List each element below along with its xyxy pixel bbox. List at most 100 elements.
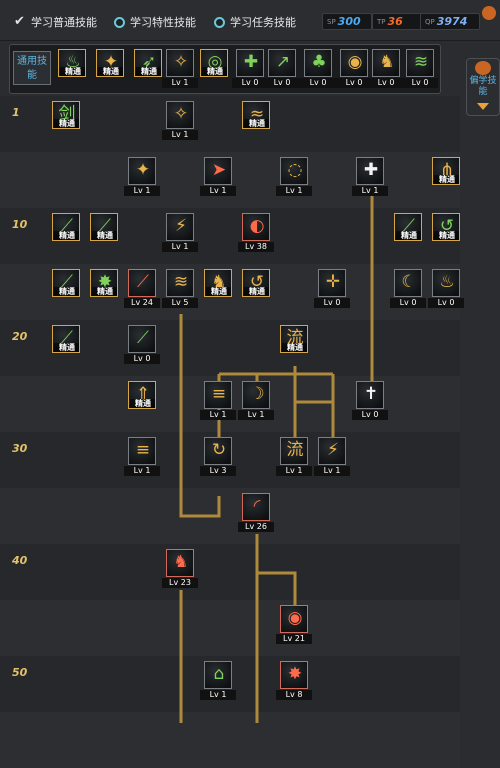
triple-blade-skill[interactable]: ⋔ 精通 [432, 157, 460, 195]
fan-blade-skill[interactable]: ✦ Lv 1 [124, 157, 160, 196]
storm-skill[interactable]: ≡ Lv 1 [200, 381, 236, 420]
wave-skill[interactable]: ≋ Lv 5 [162, 269, 198, 308]
tab-normal-skills[interactable]: ✔ 学习普通技能 [14, 14, 97, 30]
shield-skill[interactable]: ✚ Lv 1 [352, 157, 388, 196]
green-blade-skill[interactable]: ⟋ Lv 0 [124, 325, 160, 364]
green-sword-icon: ⟋ 精通 [52, 213, 80, 241]
hook-skill[interactable]: ↺ 精通 [432, 213, 460, 251]
flow-burst-skill[interactable]: 流 Lv 1 [276, 437, 312, 476]
mastery-badge: 精通 [434, 175, 459, 184]
flame-burst-icon: ⚡ [166, 213, 194, 241]
cross-sword-skill[interactable]: ✛ Lv 0 [314, 269, 350, 308]
tab-quest-skills[interactable]: 学习任务技能 [214, 14, 296, 30]
flame-skill[interactable]: ♨ Lv 0 [428, 269, 464, 308]
tab-trait-skills-label: 学习特性技能 [130, 16, 196, 29]
stance-skill[interactable]: ♨ 精通 [58, 49, 86, 87]
tree-row [0, 488, 460, 544]
flame-icon: ♨ [432, 269, 460, 297]
skill-level: Lv 1 [124, 186, 160, 196]
tab-trait-skills[interactable]: 学习特性技能 [114, 14, 196, 30]
crimson-arc-icon: ◜ [242, 493, 270, 521]
skill-glyph: ✧ [173, 104, 189, 124]
level-label: 10 [12, 218, 28, 231]
wind-skill[interactable]: ≋ Lv 0 [402, 49, 438, 88]
skill-glyph: ≋ [173, 272, 189, 292]
leap-skill[interactable]: ↗ Lv 0 [264, 49, 300, 88]
feather-skill[interactable]: ✧ Lv 1 [162, 101, 198, 140]
tower-skill[interactable]: ⌂ Lv 1 [200, 661, 236, 700]
flow-moon-skill[interactable]: ☽ Lv 1 [238, 381, 274, 420]
skill-level: Lv 23 [162, 578, 198, 588]
skill-glyph: ✚ [363, 160, 379, 180]
star-burst-skill[interactable]: ✸ 精通 [90, 269, 118, 307]
tp-counter: TP 36 [372, 13, 422, 30]
skill-glyph: ≡ [135, 440, 151, 460]
green-spike-skill[interactable]: ⟋ 精通 [52, 269, 80, 307]
lightning-slash-skill[interactable]: ⚡ Lv 1 [314, 437, 350, 476]
spirit-skill[interactable]: ♣ Lv 0 [300, 49, 336, 88]
skill-glyph: ✧ [173, 52, 189, 72]
swirl-skill[interactable]: ↺ 精通 [242, 269, 270, 307]
flow-skill[interactable]: 流精通 [280, 325, 308, 363]
blade-rain-skill[interactable]: ⟋ 精通 [52, 325, 80, 363]
skill-glyph: ✸ [287, 664, 303, 684]
strength-skill[interactable]: ♞ Lv 0 [368, 49, 404, 88]
mastery-badge: 精通 [54, 343, 79, 352]
green-dash-icon: ⟋ 精通 [90, 213, 118, 241]
runner-skill[interactable]: ♞ 精通 [204, 269, 232, 307]
slash-mastery-icon: 剑精通 [52, 101, 80, 129]
wave-icon: ≋ [166, 269, 194, 297]
eye-skill[interactable]: ◉ Lv 0 [336, 49, 372, 88]
crimson-moon-skill[interactable]: ◉ Lv 21 [276, 605, 312, 644]
side-skill-label: 偏学技能 [469, 76, 497, 97]
skill-level: Lv 5 [162, 298, 198, 308]
skill-glyph: ⚡ [327, 440, 339, 460]
crescent-skill[interactable]: ☾ Lv 0 [390, 269, 426, 308]
skill-level: Lv 1 [352, 186, 388, 196]
crimson-arc-skill[interactable]: ◜ Lv 26 [238, 493, 274, 532]
swirl-icon: ↺ 精通 [242, 269, 270, 297]
mastery-badge: 精通 [54, 287, 79, 296]
spiral-skill[interactable]: ↻ Lv 3 [200, 437, 236, 476]
thrust-skill[interactable]: ➤ Lv 1 [200, 157, 236, 196]
fan-blade-icon: ✦ [128, 157, 156, 185]
green-sword-skill[interactable]: ⟋ 精通 [52, 213, 80, 251]
beast-icon: ♞ [166, 549, 194, 577]
crimson-storm-skill[interactable]: ✸ Lv 8 [276, 661, 312, 700]
mastery-badge: 精通 [92, 231, 117, 240]
flame-burst-skill[interactable]: ⚡ Lv 1 [162, 213, 198, 252]
red-slash-skill[interactable]: ⟋ Lv 24 [124, 269, 160, 308]
step-skill[interactable]: ➶ 精通 [134, 49, 162, 87]
claw-skill[interactable]: ≈ 精通 [242, 101, 270, 139]
mastery-badge: 精通 [244, 119, 269, 128]
mastery-badge: 精通 [130, 399, 155, 408]
blade-rain-icon: ⟋ 精通 [52, 325, 80, 353]
skill-level: Lv 8 [276, 690, 312, 700]
target-skill[interactable]: ◎ 精通 [200, 49, 228, 87]
wind-cut-skill[interactable]: ⟋ 精通 [394, 213, 422, 251]
slash-mastery-skill[interactable]: 剑精通 [52, 101, 80, 139]
shield-icon: ✚ [356, 157, 384, 185]
skill-glyph: ☾ [401, 272, 417, 292]
stance-icon: ♨ 精通 [58, 49, 86, 77]
comet-skill[interactable]: ≡ Lv 1 [124, 437, 160, 476]
green-dash-skill[interactable]: ⟋ 精通 [90, 213, 118, 251]
cross-skill[interactable]: ✚ Lv 0 [232, 49, 268, 88]
skill-level: Lv 0 [314, 298, 350, 308]
flow-icon: 流精通 [280, 325, 308, 353]
arrow-up-skill[interactable]: ⇑ 精通 [128, 381, 156, 419]
fire-ring-skill[interactable]: ◐ Lv 38 [238, 213, 274, 252]
rush-skill[interactable]: ✦ 精通 [96, 49, 124, 87]
green-blade-icon: ⟋ [128, 325, 156, 353]
wings-skill[interactable]: ✧ Lv 1 [162, 49, 198, 88]
sword-light-skill[interactable]: ✝ Lv 0 [352, 381, 388, 420]
whirl-skill[interactable]: ◌ Lv 1 [276, 157, 312, 196]
beast-skill[interactable]: ♞ Lv 23 [162, 549, 198, 588]
thrust-icon: ➤ [204, 157, 232, 185]
side-skill-button[interactable]: 偏学技能 [466, 58, 500, 116]
cross-icon: ✚ [236, 49, 264, 77]
wind-icon: ≋ [406, 49, 434, 77]
skill-level: Lv 3 [200, 466, 236, 476]
skill-glyph: ♞ [173, 552, 189, 572]
skill-level: Lv 1 [200, 186, 236, 196]
